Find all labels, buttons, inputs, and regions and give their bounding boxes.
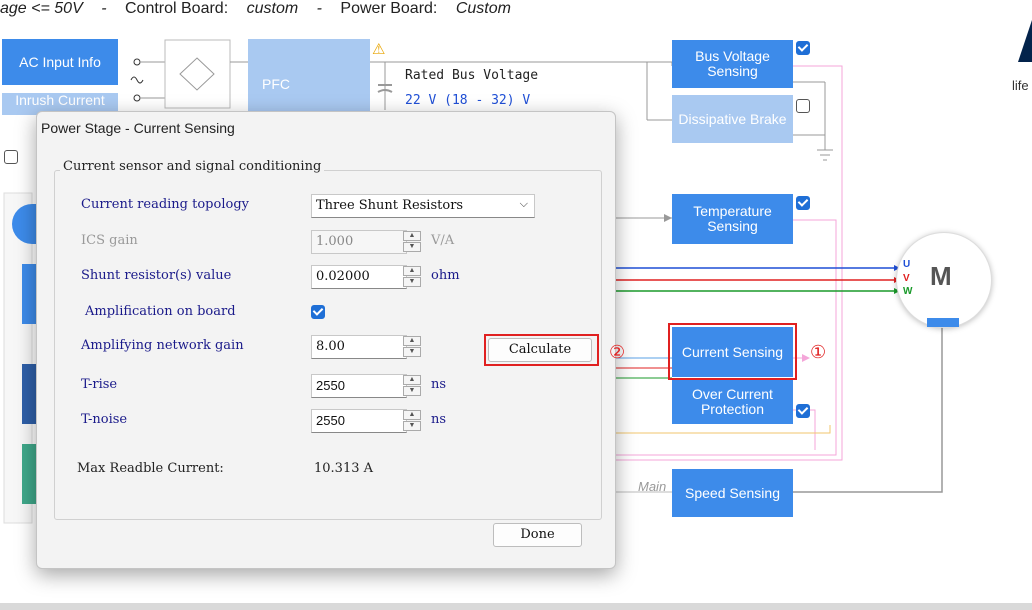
max-current-label: Max Readble Current: xyxy=(77,461,224,476)
ics-gain-label: ICS gain xyxy=(81,233,138,248)
pfc-label: PFC xyxy=(262,76,290,92)
calculate-button[interactable]: Calculate xyxy=(488,338,592,362)
ics-gain-unit: V/A xyxy=(431,233,455,248)
brand-tagline: life xyxy=(1012,78,1029,93)
rated-bus-value: 22 V (18 - 32) V xyxy=(405,93,531,108)
trise-input[interactable]: 2550 xyxy=(311,374,407,398)
brand-logo xyxy=(1018,20,1032,62)
tnoise-input[interactable]: 2550 xyxy=(311,409,407,433)
over-current-checkbox[interactable] xyxy=(796,404,810,418)
shunt-unit: ohm xyxy=(431,268,460,283)
dissipative-brake-button[interactable]: Dissipative Brake xyxy=(672,95,793,143)
temperature-checkbox[interactable] xyxy=(796,196,810,210)
amp-board-label: Amplification on board xyxy=(85,304,236,319)
phase-w-label: W xyxy=(903,286,913,297)
phase-v-label: V xyxy=(903,273,910,284)
phase-u-label: U xyxy=(903,259,911,270)
dialog-title: Power Stage - Current Sensing xyxy=(41,120,235,136)
tnoise-stepper[interactable]: ▲ ▼ xyxy=(403,410,421,432)
marker-two: ② xyxy=(609,342,626,362)
shunt-stepper[interactable]: ▲ ▼ xyxy=(403,266,421,288)
temperature-sensing-button[interactable]: Temperature Sensing xyxy=(672,194,793,244)
chevron-down-icon: ⌵ xyxy=(519,197,528,210)
group-title: Current sensor and signal conditioning xyxy=(60,159,325,174)
trise-stepper[interactable]: ▲ ▼ xyxy=(403,375,421,397)
amp-gain-label: Amplifying network gain xyxy=(81,338,244,353)
trise-label: T-rise xyxy=(81,377,118,392)
side-panel-button[interactable] xyxy=(22,444,36,504)
tnoise-label: T-noise xyxy=(81,412,128,427)
ics-gain-stepper[interactable]: ▲ ▼ xyxy=(403,231,421,253)
amp-board-checkbox[interactable] xyxy=(311,305,325,319)
pfc-block[interactable]: PFC xyxy=(248,39,370,111)
motor-shaft xyxy=(927,318,959,327)
shunt-label: Shunt resistor(s) value xyxy=(81,268,232,283)
marker-one: ① xyxy=(810,342,827,362)
motor-label: M xyxy=(930,261,952,291)
amp-gain-input[interactable]: 8.00 xyxy=(311,335,407,359)
max-current-value: 10.313 A xyxy=(314,461,374,476)
main-label: Main xyxy=(638,479,667,494)
warning-icon: ⚠ xyxy=(372,41,386,58)
motor-icon[interactable]: M xyxy=(896,232,992,328)
trise-unit: ns xyxy=(431,377,447,392)
topology-label: Current reading topology xyxy=(81,197,249,212)
inrush-checkbox[interactable] xyxy=(4,150,18,164)
current-sensing-dialog: Power Stage - Current Sensing Current se… xyxy=(36,111,625,569)
side-panel-button[interactable] xyxy=(22,364,36,424)
ics-gain-input[interactable]: 1.000 xyxy=(311,230,407,254)
topology-value: Three Shunt Resistors xyxy=(316,198,464,213)
tnoise-unit: ns xyxy=(431,412,447,427)
topology-select[interactable]: Three Shunt Resistors ⌵ xyxy=(311,194,535,218)
rated-bus-label: Rated Bus Voltage xyxy=(405,68,539,83)
over-current-protection-button[interactable]: Over Current Protection xyxy=(672,380,793,424)
shunt-input[interactable]: 0.02000 xyxy=(311,265,407,289)
side-panel-button[interactable] xyxy=(22,264,36,324)
done-button[interactable]: Done xyxy=(493,523,582,547)
bus-voltage-sensing-button[interactable]: Bus Voltage Sensing xyxy=(672,40,793,88)
bus-voltage-checkbox[interactable] xyxy=(796,41,810,55)
ac-input-info-button[interactable]: AC Input Info xyxy=(2,39,118,85)
speed-sensing-button[interactable]: Speed Sensing xyxy=(672,469,793,517)
amp-gain-stepper[interactable]: ▲ ▼ xyxy=(403,336,421,358)
current-sensing-highlight xyxy=(668,323,797,380)
dissipative-brake-checkbox[interactable] xyxy=(796,99,810,113)
